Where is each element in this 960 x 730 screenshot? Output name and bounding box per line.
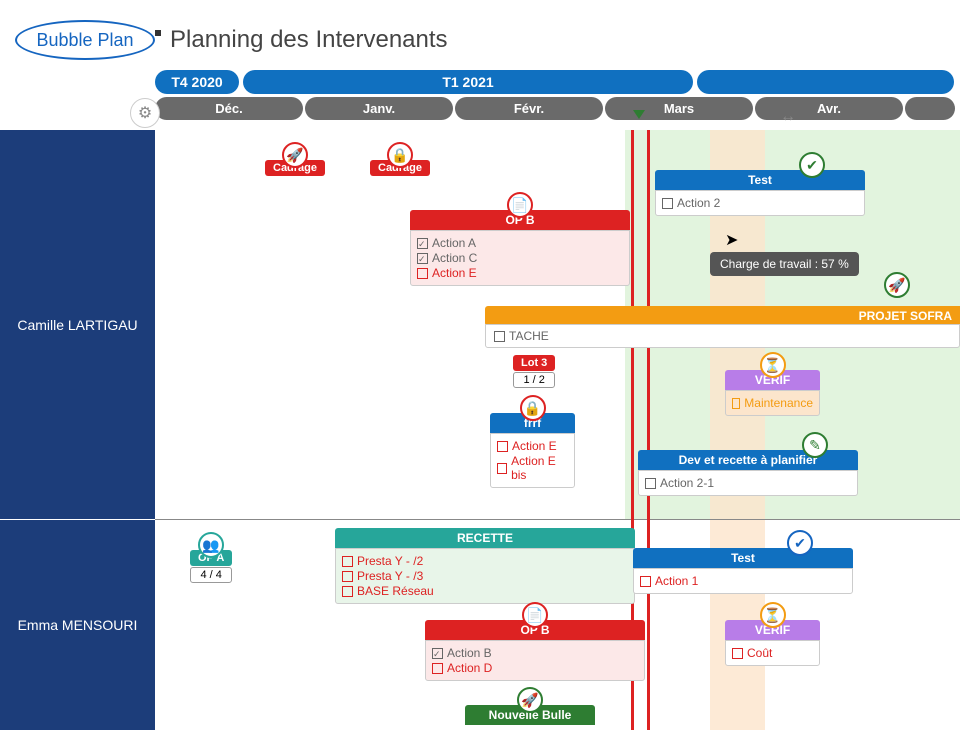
task-card-nouvelle[interactable]: 🚀 Nouvelle Bulle bbox=[465, 705, 595, 725]
badge-label: Lot 3 bbox=[513, 355, 555, 371]
milestone-opa[interactable]: 👥 OP A 4 / 4 bbox=[190, 550, 232, 583]
page-title: Planning des Intervenants bbox=[170, 26, 448, 54]
quarter[interactable] bbox=[697, 70, 954, 94]
hourglass-icon: ⏳ bbox=[760, 352, 786, 378]
action-item[interactable]: Action 2 bbox=[662, 196, 858, 210]
month[interactable]: Janv. bbox=[305, 97, 453, 120]
month[interactable]: Avr. bbox=[755, 97, 903, 120]
action-item[interactable]: Action 2-1 bbox=[645, 476, 851, 490]
logo: Bubble Plan bbox=[15, 20, 155, 60]
project-sub[interactable]: TACHE bbox=[485, 324, 960, 348]
month[interactable] bbox=[905, 97, 955, 120]
card-title: Test bbox=[655, 170, 865, 190]
quarter[interactable]: T1 2021 bbox=[243, 70, 693, 94]
document-icon: 📄 bbox=[522, 602, 548, 628]
lock-icon: 🔒 bbox=[387, 142, 413, 168]
person-row[interactable]: Camille LARTIGAU bbox=[0, 130, 155, 520]
month[interactable]: Mars bbox=[605, 97, 753, 120]
month[interactable]: Févr. bbox=[455, 97, 603, 120]
quarter[interactable]: T4 2020 bbox=[155, 70, 239, 94]
check-icon: ✔ bbox=[799, 152, 825, 178]
card-title: RECETTE bbox=[335, 528, 635, 548]
task-card-dev[interactable]: ✎ Dev et recette à planifier Action 2-1 bbox=[638, 450, 858, 496]
badge-count: 4 / 4 bbox=[190, 567, 232, 583]
milestone-lot3[interactable]: Lot 3 1 / 2 bbox=[513, 355, 555, 388]
person-row[interactable]: Emma MENSOURI bbox=[0, 520, 155, 730]
action-item[interactable]: BASE Réseau bbox=[342, 584, 628, 598]
card-title: Test bbox=[633, 548, 853, 568]
action-item[interactable]: Action A bbox=[417, 236, 623, 250]
action-item[interactable]: Action D bbox=[432, 661, 638, 675]
document-icon: 📄 bbox=[507, 192, 533, 218]
milestone-cadrage[interactable]: 🚀 Cadrage bbox=[265, 160, 325, 176]
marker-icon bbox=[633, 110, 645, 119]
task-card-verif[interactable]: ⏳ VERIF Maintenance bbox=[725, 370, 820, 416]
row-divider bbox=[155, 519, 960, 520]
cursor-icon: ➤ bbox=[725, 230, 738, 250]
action-item[interactable]: Action E bbox=[497, 439, 568, 453]
gear-icon[interactable]: ⚙ bbox=[130, 98, 160, 128]
month[interactable]: Déc. bbox=[155, 97, 303, 120]
badge-count: 1 / 2 bbox=[513, 372, 555, 388]
task-card-test[interactable]: ✔ Test Action 1 bbox=[633, 548, 853, 594]
action-item[interactable]: Action 1 bbox=[640, 574, 846, 588]
milestone-cadrage[interactable]: 🔒 Cadrage bbox=[370, 160, 430, 176]
workload-tooltip: Charge de travail : 57 % bbox=[710, 252, 859, 276]
today-line bbox=[647, 130, 650, 730]
month-row: Déc. Janv. Févr. Mars Avr. bbox=[155, 97, 960, 120]
rocket-icon: 🚀 bbox=[517, 687, 543, 713]
project-bar[interactable]: PROJET SOFRA bbox=[485, 306, 960, 326]
timeline-canvas[interactable]: 🚀 Cadrage 🔒 Cadrage 📄 OP B Action A Acti… bbox=[155, 130, 960, 730]
task-card-opb[interactable]: 📄 OP B Action A Action C Action E bbox=[410, 210, 630, 286]
sidebar: Camille LARTIGAU Emma MENSOURI bbox=[0, 130, 155, 730]
task-card-verif[interactable]: ⏳ VERIF Coût bbox=[725, 620, 820, 666]
task-card-opb[interactable]: 📄 OP B Action B Action D bbox=[425, 620, 645, 681]
quarter-row: T4 2020 T1 2021 bbox=[155, 70, 960, 94]
rocket-icon: 🚀 bbox=[282, 142, 308, 168]
lock-icon: 🔒 bbox=[520, 395, 546, 421]
people-icon: 👥 bbox=[198, 532, 224, 558]
action-item[interactable]: Presta Y - /3 bbox=[342, 569, 628, 583]
action-item[interactable]: Action C bbox=[417, 251, 623, 265]
action-item[interactable]: Action E bbox=[417, 266, 623, 280]
hourglass-icon: ⏳ bbox=[760, 602, 786, 628]
task-card-recette[interactable]: RECETTE Presta Y - /2 Presta Y - /3 BASE… bbox=[335, 528, 635, 604]
resize-arrow-icon[interactable]: ↔ bbox=[780, 108, 796, 126]
action-item[interactable]: Action B bbox=[432, 646, 638, 660]
task-card-test[interactable]: ✔ Test Action 2 bbox=[655, 170, 865, 216]
action-item[interactable]: Presta Y - /2 bbox=[342, 554, 628, 568]
edit-icon: ✎ bbox=[802, 432, 828, 458]
action-item[interactable]: Action E bis bbox=[497, 454, 568, 482]
task-card-frrf[interactable]: 🔒 frrf Action E Action E bis bbox=[490, 413, 575, 488]
check-icon: ✔ bbox=[787, 530, 813, 556]
action-item[interactable]: Maintenance bbox=[732, 396, 813, 410]
action-item[interactable]: Coût bbox=[732, 646, 813, 660]
